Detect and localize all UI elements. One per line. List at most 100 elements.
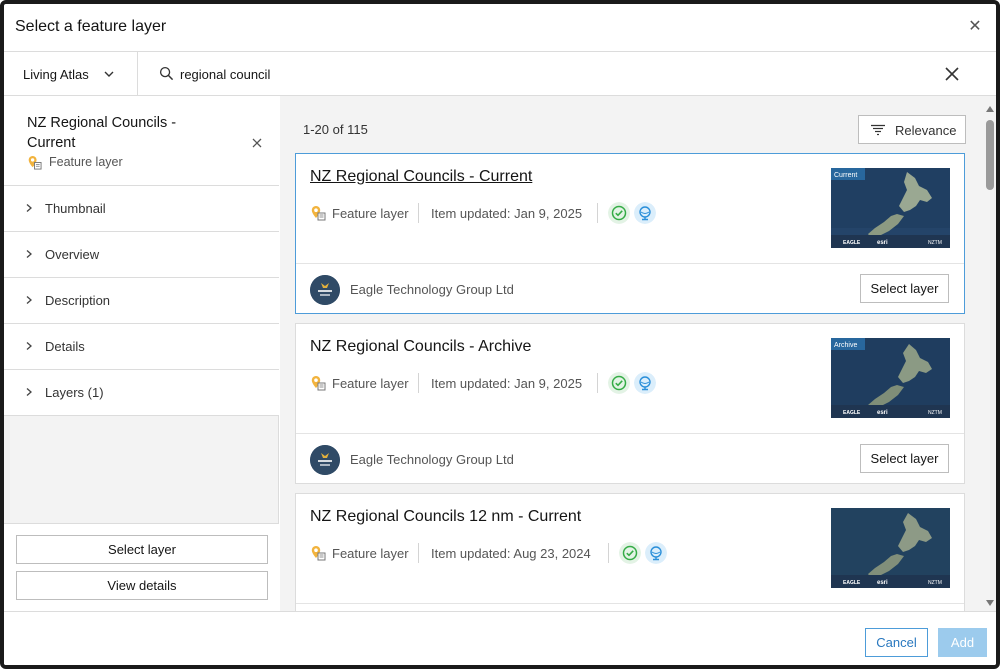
section-label: Overview xyxy=(45,247,100,262)
result-updated: Item updated: Jan 9, 2025 xyxy=(431,376,583,391)
section-label: Layers (1) xyxy=(45,385,104,400)
result-card-main: NZ Regional Councils - Current Feature l… xyxy=(296,154,964,264)
select-layer-button[interactable]: Select layer xyxy=(860,274,949,303)
section-details[interactable]: Details xyxy=(4,324,279,370)
section-label: Thumbnail xyxy=(45,201,106,216)
results-count: 1-20 of 115 xyxy=(303,122,368,137)
living-atlas-icon xyxy=(645,542,667,564)
sort-button[interactable]: Relevance xyxy=(858,115,966,144)
results-scrollbar[interactable] xyxy=(984,100,996,611)
chevron-down-icon xyxy=(104,71,114,77)
feature-layer-dialog: Select a feature layer ✕ Living Atlas NZ… xyxy=(0,0,1000,669)
dialog-close-icon[interactable]: ✕ xyxy=(966,18,984,36)
section-thumbnail[interactable]: Thumbnail xyxy=(4,186,279,232)
thumbnail-nztm-label: NZTM xyxy=(928,240,942,246)
scrollbar-thumb[interactable] xyxy=(986,120,994,190)
dialog-footer: Cancel Add xyxy=(4,611,996,665)
chevron-right-icon xyxy=(26,204,32,212)
authoritative-check-icon xyxy=(608,372,630,394)
thumbnail-eagle-logo: EAGLE xyxy=(843,240,861,246)
owner-avatar xyxy=(310,445,340,475)
chevron-right-icon xyxy=(26,342,32,350)
result-thumbnail: Archive EAGLE esri NZTM xyxy=(831,338,950,418)
thumbnail-esri-logo: esri xyxy=(877,410,888,416)
view-details-button[interactable]: View details xyxy=(16,571,268,600)
feature-layer-icon xyxy=(311,546,326,561)
result-card[interactable]: NZ Regional Councils 12 nm - Current Fea… xyxy=(295,493,965,611)
sort-label: Relevance xyxy=(895,123,957,138)
result-type: Feature layer xyxy=(332,206,409,221)
result-updated: Item updated: Jan 9, 2025 xyxy=(431,206,583,221)
select-layer-button[interactable]: Select layer xyxy=(16,535,268,564)
chevron-right-icon xyxy=(26,388,32,396)
source-dropdown[interactable]: Living Atlas xyxy=(4,52,138,96)
details-panel-footer: Select layer View details xyxy=(4,523,279,611)
thumbnail-eagle-logo: EAGLE xyxy=(843,410,861,416)
results-panel: 1-20 of 115 Relevance NZ Regional Counci… xyxy=(280,96,996,611)
thumbnail-nztm-label: NZTM xyxy=(928,410,942,416)
dialog-title: Select a feature layer xyxy=(15,18,167,35)
section-label: Details xyxy=(45,339,85,354)
divider xyxy=(418,373,419,393)
result-card-footer: Eagle Technology Group Ltd Select layer xyxy=(296,264,964,314)
section-overview[interactable]: Overview xyxy=(4,232,279,278)
chevron-right-icon xyxy=(26,250,32,258)
feature-layer-icon xyxy=(311,206,326,221)
scroll-down-icon[interactable] xyxy=(986,600,994,606)
selected-item-title: NZ Regional Councils - Current xyxy=(27,115,177,151)
result-card-main: NZ Regional Councils - Archive Feature l… xyxy=(296,324,964,434)
chevron-right-icon xyxy=(26,296,32,304)
result-type: Feature layer xyxy=(332,376,409,391)
living-atlas-icon xyxy=(634,372,656,394)
result-title-link[interactable]: NZ Regional Councils 12 nm - Current xyxy=(310,508,581,526)
search-input[interactable] xyxy=(180,60,920,88)
thumbnail-esri-logo: esri xyxy=(877,240,888,246)
dialog-header: Select a feature layer ✕ xyxy=(4,4,996,52)
result-card-footer: Eagle Technology Group Ltd Select layer xyxy=(296,434,964,484)
feature-layer-icon xyxy=(28,155,42,170)
divider xyxy=(597,203,598,223)
result-owner: Eagle Technology Group Ltd xyxy=(350,282,514,297)
owner-avatar xyxy=(310,275,340,305)
result-owner: Eagle Technology Group Ltd xyxy=(350,452,514,467)
selected-item-type: Feature layer xyxy=(49,155,123,169)
result-thumbnail: EAGLE esri NZTM xyxy=(831,508,950,588)
select-layer-button[interactable]: Select layer xyxy=(860,444,949,473)
thumbnail-tag: Archive xyxy=(834,342,857,349)
deselect-close-icon[interactable] xyxy=(251,137,263,149)
divider xyxy=(608,543,609,563)
add-button[interactable]: Add xyxy=(938,628,987,657)
cancel-button[interactable]: Cancel xyxy=(865,628,928,657)
details-panel: NZ Regional Councils - Current Feature l… xyxy=(4,96,279,611)
result-title-link[interactable]: NZ Regional Councils - Current xyxy=(310,168,532,186)
living-atlas-icon xyxy=(634,202,656,224)
result-title-link[interactable]: NZ Regional Councils - Archive xyxy=(310,338,531,356)
divider xyxy=(418,543,419,563)
authoritative-check-icon xyxy=(608,202,630,224)
section-description[interactable]: Description xyxy=(4,278,279,324)
result-card[interactable]: NZ Regional Councils - Current Feature l… xyxy=(295,153,965,314)
feature-layer-icon xyxy=(311,376,326,391)
result-card[interactable]: NZ Regional Councils - Archive Feature l… xyxy=(295,323,965,484)
divider xyxy=(597,373,598,393)
result-thumbnail: Current EAGLE esri NZTM xyxy=(831,168,950,248)
thumbnail-eagle-logo: EAGLE xyxy=(843,580,861,586)
result-card-main: NZ Regional Councils 12 nm - Current Fea… xyxy=(296,494,964,604)
result-card-footer xyxy=(296,604,964,611)
result-updated: Item updated: Aug 23, 2024 xyxy=(431,546,591,561)
result-type: Feature layer xyxy=(332,546,409,561)
thumbnail-tag: Current xyxy=(834,172,857,179)
source-dropdown-label: Living Atlas xyxy=(23,67,89,82)
thumbnail-esri-logo: esri xyxy=(877,580,888,586)
selected-item-summary: NZ Regional Councils - Current Feature l… xyxy=(4,96,279,186)
section-label: Description xyxy=(45,293,111,308)
sort-icon xyxy=(871,124,885,136)
clear-search-icon[interactable] xyxy=(944,66,960,82)
search-bar: Living Atlas xyxy=(4,52,996,96)
section-layers[interactable]: Layers (1) xyxy=(4,370,279,416)
scroll-up-icon[interactable] xyxy=(986,106,994,112)
search-icon xyxy=(159,66,174,81)
authoritative-check-icon xyxy=(619,542,641,564)
divider xyxy=(418,203,419,223)
thumbnail-nztm-label: NZTM xyxy=(928,580,942,586)
